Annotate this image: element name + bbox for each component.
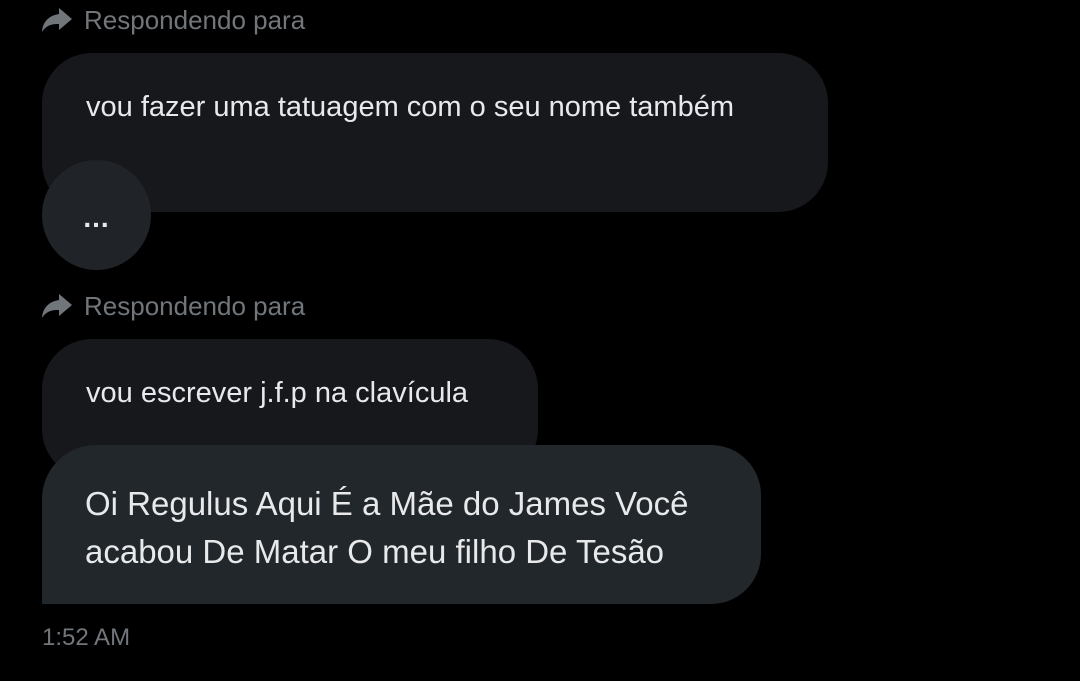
message-text-line: acabou De Matar O meu filho De Tesão [85, 533, 665, 570]
replying-to-label: Respondendo para [40, 291, 305, 321]
message-bubble[interactable]: vou fazer uma tatuagem com o seu nome ta… [42, 53, 828, 212]
replying-to-text: Respondendo para [84, 4, 306, 35]
message-text: vou fazer uma tatuagem com o seu nome ta… [86, 91, 734, 123]
message-bubble[interactable]: Oi Regulus Aqui É a Mãe do James Você ac… [42, 445, 761, 604]
message-text-line: Oi Regulus Aqui É a Mãe do James Você [85, 485, 689, 522]
reply-arrow-icon [40, 5, 74, 35]
message-timestamp: 1:52 AM [42, 624, 131, 651]
replying-to-text: Respondendo para [84, 290, 306, 321]
reply-arrow-icon [40, 291, 74, 321]
replying-to-label: Respondendo para [40, 5, 305, 35]
more-options-button[interactable]: ... [42, 160, 151, 270]
message-text: vou escrever j.f.p na clavícula [86, 377, 469, 409]
more-options-label: ... [83, 202, 110, 233]
